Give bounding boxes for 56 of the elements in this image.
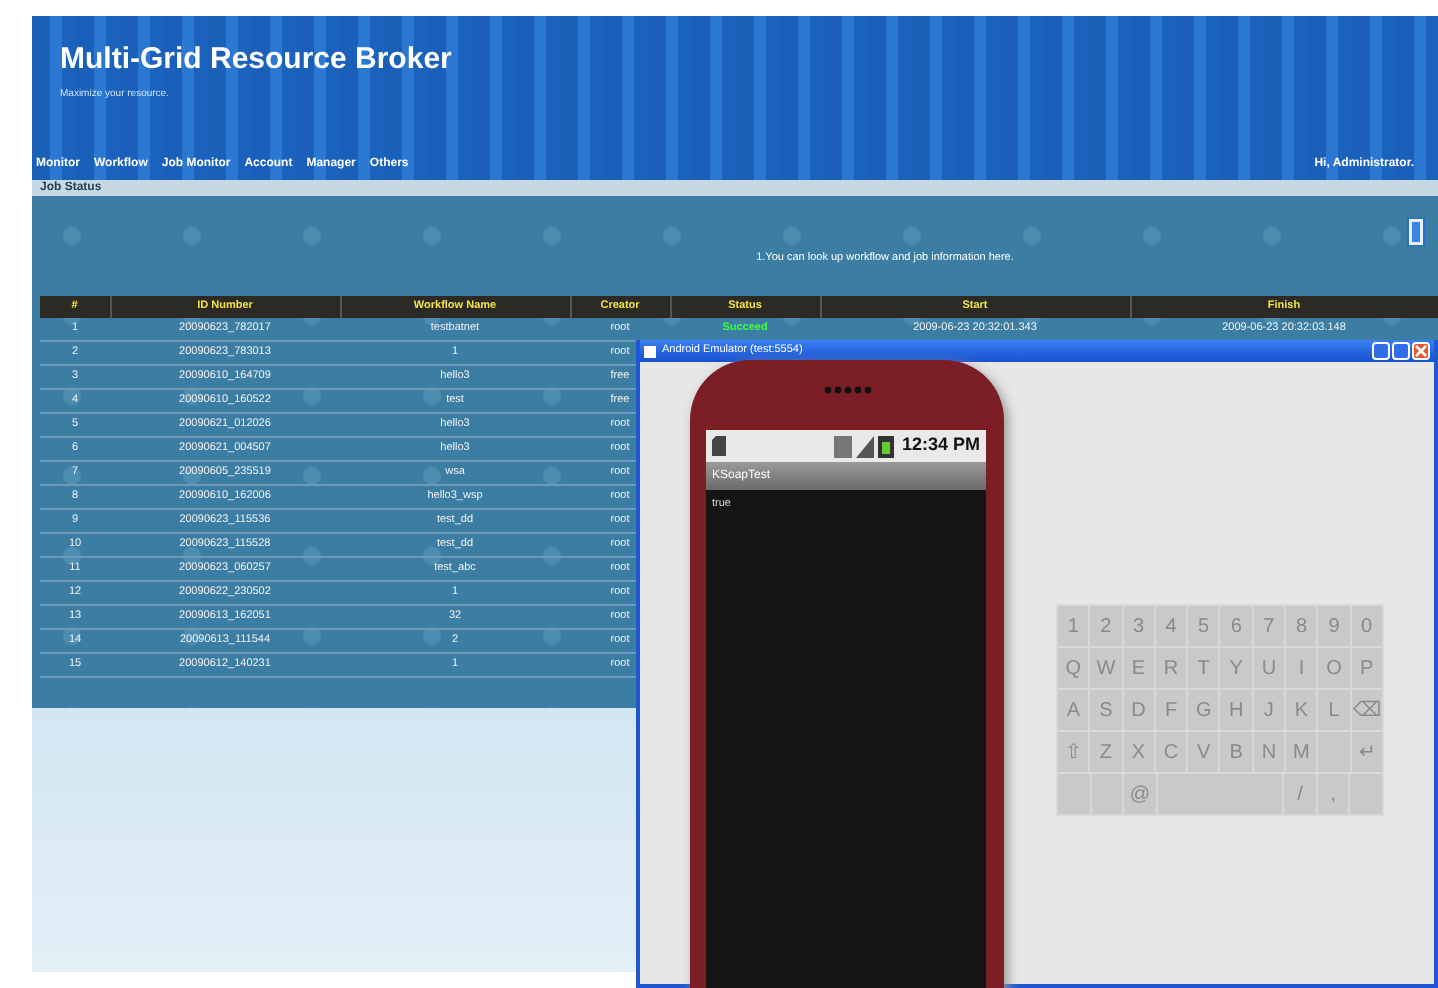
keyboard-key[interactable]: 7 <box>1253 606 1285 646</box>
keyboard-key[interactable] <box>1058 774 1090 814</box>
minimize-button[interactable] <box>1372 342 1390 360</box>
keyboard-key[interactable]: 8 <box>1286 606 1317 646</box>
battery-icon <box>877 435 894 457</box>
keyboard-key[interactable]: 2 <box>1090 606 1122 646</box>
keyboard-key[interactable]: 0 <box>1351 606 1382 646</box>
keyboard-key[interactable] <box>1091 774 1123 814</box>
keyboard-key[interactable]: A <box>1058 690 1089 730</box>
keyboard-key[interactable]: 3 <box>1123 606 1154 646</box>
keyboard-key[interactable]: P <box>1351 648 1382 688</box>
keyboard-key[interactable]: T <box>1188 648 1219 688</box>
keyboard-key[interactable]: 6 <box>1220 606 1252 646</box>
sd-card-icon <box>712 436 726 456</box>
keyboard-key[interactable]: X <box>1123 732 1154 772</box>
maximize-button[interactable] <box>1392 342 1410 360</box>
keyboard-key[interactable]: L <box>1318 690 1350 730</box>
keyboard-key[interactable]: K <box>1286 690 1317 730</box>
keyboard-key[interactable]: H <box>1220 690 1252 730</box>
keyboard-key[interactable]: 5 <box>1188 606 1219 646</box>
clock-time: 12:34 PM <box>901 432 980 459</box>
window-icon <box>644 345 656 357</box>
close-icon <box>1414 344 1428 358</box>
keyboard-key[interactable]: Z <box>1090 732 1122 772</box>
keyboard-key[interactable]: 4 <box>1155 606 1187 646</box>
keyboard-key[interactable]: U <box>1253 648 1285 688</box>
keyboard-key[interactable]: ↵ <box>1351 732 1382 772</box>
site-title: Multi-Grid Resource Broker <box>60 44 452 74</box>
keyboard-key[interactable]: Q <box>1058 648 1089 688</box>
keyboard-key[interactable]: @ <box>1124 774 1156 814</box>
keyboard-key[interactable]: O <box>1318 648 1350 688</box>
keyboard-key[interactable]: ⌫ <box>1351 690 1382 730</box>
keyboard-key[interactable]: , <box>1317 774 1349 814</box>
keyboard-key[interactable]: E <box>1123 648 1154 688</box>
speaker-icon <box>824 386 872 394</box>
keyboard-key[interactable]: 1 <box>1058 606 1089 646</box>
keyboard-key[interactable]: 9 <box>1318 606 1350 646</box>
space-key[interactable] <box>1157 774 1283 814</box>
keyboard-key[interactable]: M <box>1286 732 1317 772</box>
keyboard-key[interactable]: D <box>1123 690 1154 730</box>
keyboard-key[interactable]: F <box>1155 690 1187 730</box>
keyboard-key[interactable]: V <box>1188 732 1219 772</box>
keyboard-key[interactable]: N <box>1253 732 1285 772</box>
close-button[interactable] <box>1412 342 1430 360</box>
keyboard-key[interactable]: Y <box>1220 648 1252 688</box>
keyboard-key[interactable]: / <box>1284 774 1316 814</box>
keyboard-key[interactable]: B <box>1220 732 1252 772</box>
keyboard-key[interactable]: S <box>1090 690 1122 730</box>
keyboard-key[interactable]: R <box>1155 648 1187 688</box>
keyboard-key[interactable]: I <box>1286 648 1317 688</box>
keyboard-key[interactable] <box>1350 774 1382 814</box>
keyboard-key[interactable]: ⇧ <box>1058 732 1089 772</box>
keyboard-key[interactable]: J <box>1253 690 1285 730</box>
keyboard-key[interactable]: W <box>1090 648 1122 688</box>
keyboard-key[interactable]: C <box>1155 732 1187 772</box>
keyboard-key[interactable]: G <box>1188 690 1219 730</box>
